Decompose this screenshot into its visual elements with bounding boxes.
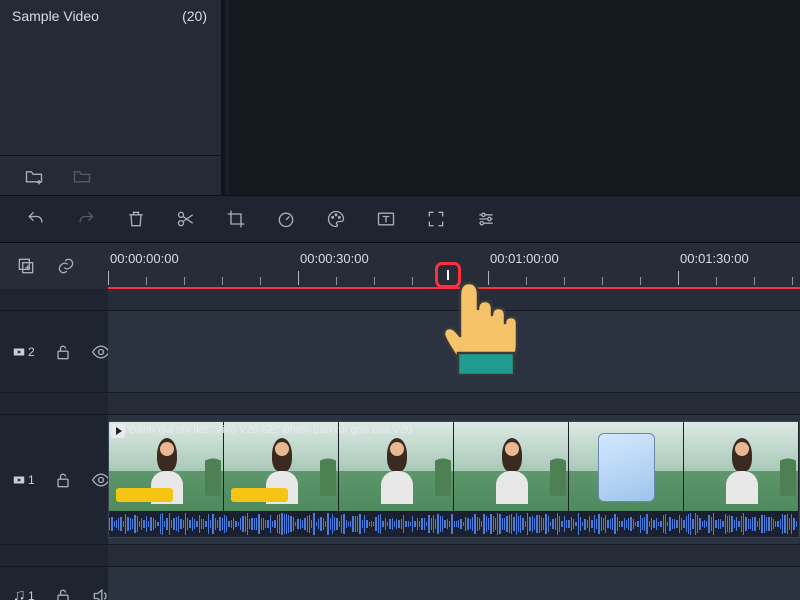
fullscreen-icon[interactable] — [426, 209, 446, 229]
video-clip[interactable]: Đánh giá chi tiết "Vivo V20 SE" phiên bả… — [108, 421, 800, 538]
sliders-icon[interactable] — [476, 209, 496, 229]
clip-title: Đánh giá chi tiết "Vivo V20 SE" phiên bả… — [129, 424, 795, 436]
undo-icon[interactable] — [26, 209, 46, 229]
media-bin-panel: Sample Video (20) — [0, 0, 225, 195]
track-audio-1: 1 — [0, 567, 800, 600]
color-palette-icon[interactable] — [326, 209, 346, 229]
track-content-v2[interactable] — [108, 311, 800, 392]
track-video-2: 2 — [0, 311, 800, 393]
track-label-a1: 1 — [12, 589, 35, 600]
new-folder-icon[interactable] — [72, 166, 92, 186]
scissors-icon[interactable] — [176, 209, 196, 229]
lock-icon[interactable] — [53, 342, 73, 362]
text-overlay-icon[interactable] — [376, 209, 396, 229]
track-spacer — [0, 393, 800, 415]
preview-panel — [229, 0, 800, 195]
ruler-left-tools — [0, 243, 108, 289]
crop-icon[interactable] — [226, 209, 246, 229]
track-video-1: 1 Đánh giá chi tiết "Vivo V20 SE" phiên … — [0, 415, 800, 545]
track-label-v2: 2 — [12, 345, 35, 359]
bin-name-label: Sample Video — [12, 8, 99, 24]
track-header-v2: 2 — [0, 311, 108, 392]
bin-count-label: (20) — [182, 8, 207, 24]
clip-play-icon[interactable] — [111, 424, 125, 438]
track-content-a1[interactable] — [108, 567, 800, 600]
redo-icon[interactable] — [76, 209, 96, 229]
editor-toolbar — [0, 195, 800, 243]
speed-icon[interactable] — [276, 209, 296, 229]
add-track-icon[interactable] — [16, 256, 36, 276]
bin-footer-toolbar — [0, 155, 221, 195]
link-icon[interactable] — [56, 256, 76, 276]
timeline-ruler-bar: 00:00:00:0000:00:30:0000:01:00:0000:01:3… — [0, 243, 800, 289]
lock-icon[interactable] — [53, 470, 73, 490]
clip-waveform — [109, 511, 799, 537]
track-header-a1: 1 — [0, 567, 108, 600]
track-header-v1: 1 — [0, 415, 108, 544]
timeline-tracks: 2 1 — [0, 289, 800, 600]
delete-icon[interactable] — [126, 209, 146, 229]
timeline-playhead[interactable] — [435, 262, 461, 288]
track-spacer — [0, 545, 800, 567]
lock-icon[interactable] — [53, 586, 73, 600]
bin-item-row[interactable]: Sample Video (20) — [0, 0, 221, 24]
track-content-v1[interactable]: Đánh giá chi tiết "Vivo V20 SE" phiên bả… — [108, 415, 800, 544]
new-folder-add-icon[interactable] — [24, 166, 44, 186]
track-spacer — [0, 289, 800, 311]
track-label-v1: 1 — [12, 473, 35, 487]
